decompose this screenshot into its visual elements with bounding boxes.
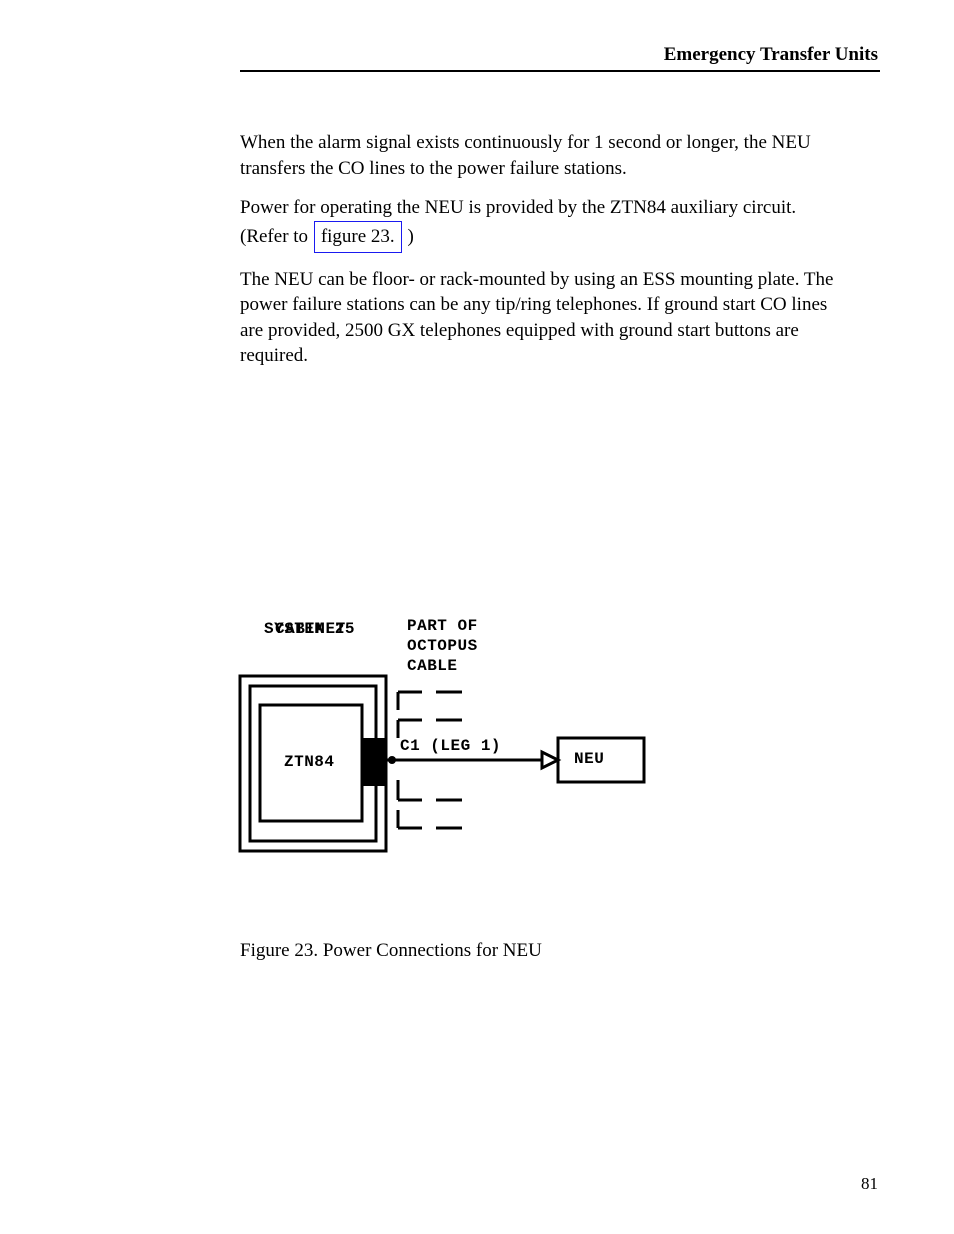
figure-reference-link[interactable]: figure 23. xyxy=(314,221,402,253)
header-rule xyxy=(240,70,880,72)
body-text: When the alarm signal exists continuousl… xyxy=(240,130,844,383)
figure-diagram: SYSTEM 25 CABINET PART OF OCTOPUS CABLE … xyxy=(222,620,722,910)
paragraph-2b: ) xyxy=(407,226,413,247)
paragraph-2: Power for operating the NEU is provided … xyxy=(240,195,844,252)
figure-caption: Figure 23. Power Connections for NEU xyxy=(240,940,844,962)
page-number: 81 xyxy=(861,1174,878,1194)
page: Emergency Transfer Units When the alarm … xyxy=(0,0,954,1234)
diagram-svg xyxy=(222,620,722,910)
page-header-title: Emergency Transfer Units xyxy=(664,44,878,66)
paragraph-3: The NEU can be floor- or rack-mounted by… xyxy=(240,267,844,370)
paragraph-1: When the alarm signal exists continuousl… xyxy=(240,130,844,181)
